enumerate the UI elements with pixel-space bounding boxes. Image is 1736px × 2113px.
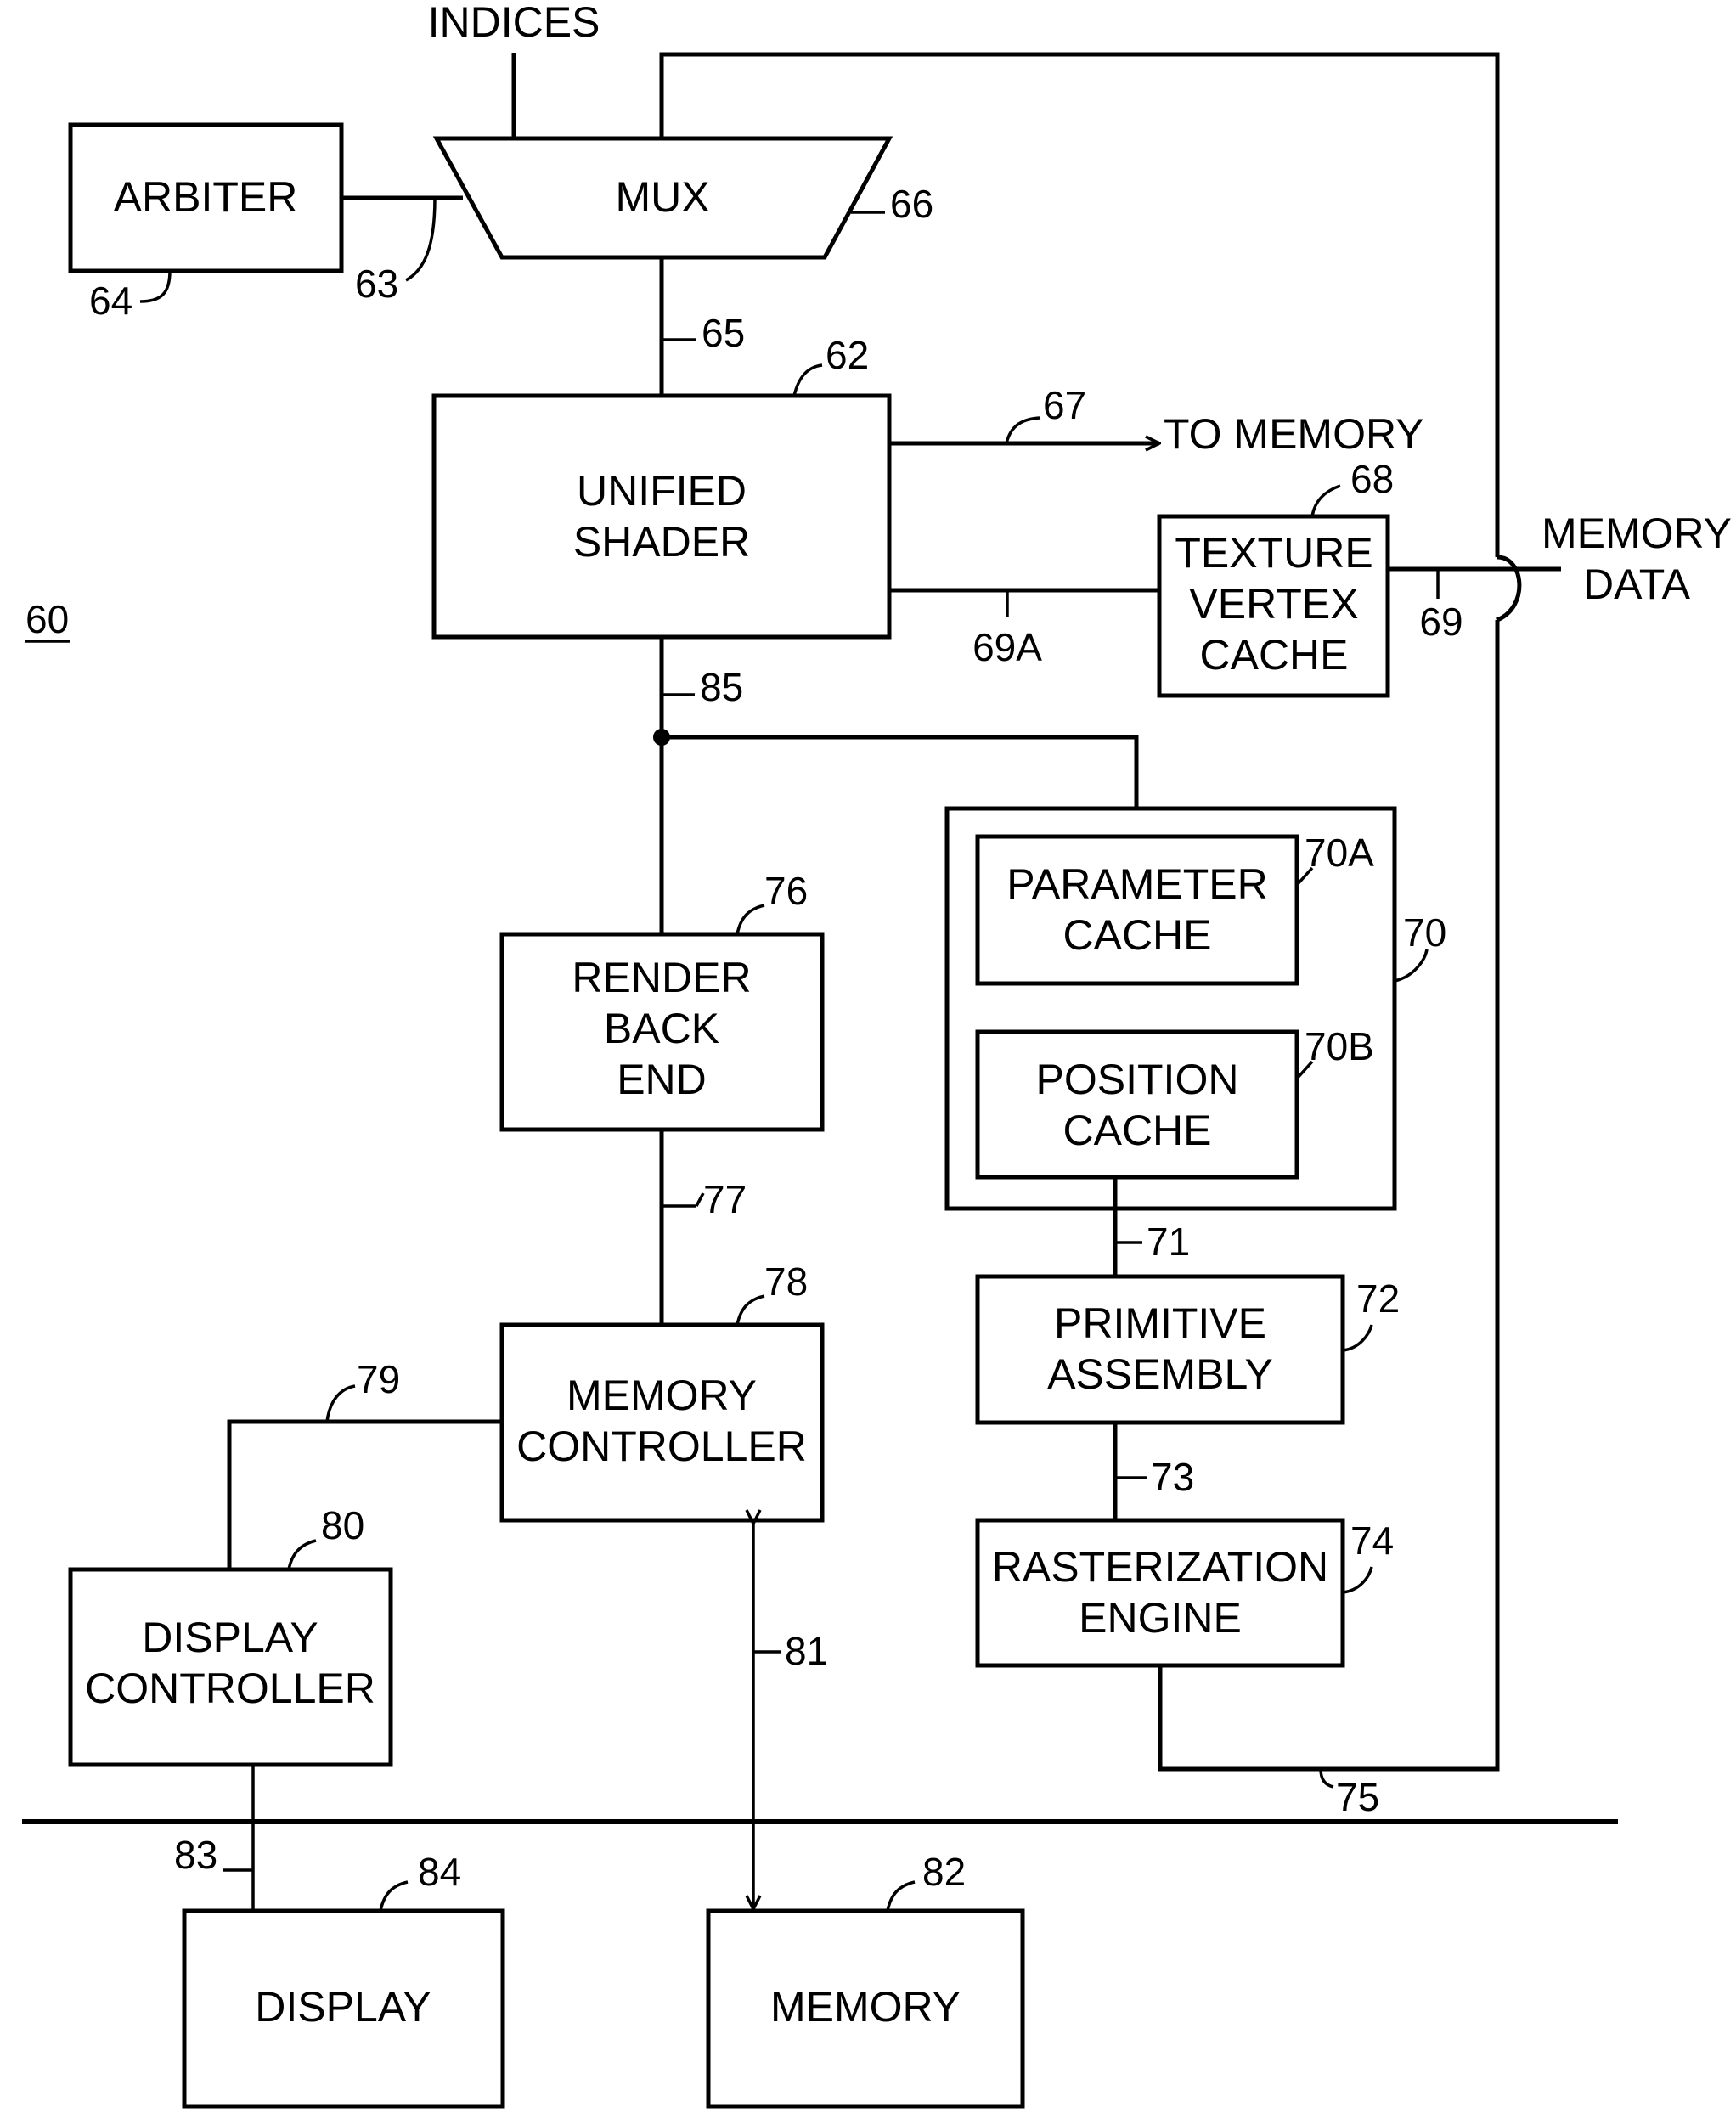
ref-69: 69 xyxy=(1419,600,1463,644)
render-back-end-ref-leader xyxy=(736,904,765,935)
arbiter-ref-leader xyxy=(139,270,172,303)
ref-77: 77 xyxy=(703,1177,747,1221)
unified-shader-label-2: SHADER xyxy=(573,518,750,566)
mux-block: MUX xyxy=(432,136,893,260)
memory-controller-ref-leader xyxy=(736,1294,765,1326)
rasterization-engine-label-2: ENGINE xyxy=(1079,1594,1242,1642)
ref-81: 81 xyxy=(785,1629,828,1673)
render-back-end-block: RENDER BACK END xyxy=(499,932,825,1132)
position-cache-ref: 70B xyxy=(1305,1024,1374,1068)
memory-controller-block: MEMORY CONTROLLER xyxy=(499,1322,825,1523)
ref-79: 79 xyxy=(357,1357,400,1401)
display-controller-label-1: DISPLAY xyxy=(142,1614,318,1661)
texture-vertex-cache-ref-leader xyxy=(1310,484,1341,517)
ref-75: 75 xyxy=(1336,1775,1379,1819)
parameter-cache-label-2: CACHE xyxy=(1062,911,1211,959)
ref-63: 63 xyxy=(355,262,398,306)
block-diagram: 60 INDICES ARBITER 64 63 MUX 66 65 75 UN… xyxy=(22,0,1732,2109)
texture-vertex-cache-block: TEXTURE VERTEX CACHE xyxy=(1157,514,1390,698)
memory-controller-ref: 78 xyxy=(764,1259,808,1304)
position-cache-block: POSITION CACHE xyxy=(975,1029,1299,1180)
primitive-assembly-ref: 72 xyxy=(1356,1276,1400,1321)
memory-controller-label-2: CONTROLLER xyxy=(516,1423,807,1470)
ref-75-leader xyxy=(1319,1768,1334,1789)
arbiter-ref: 64 xyxy=(89,279,132,323)
ref-83: 83 xyxy=(174,1833,217,1877)
rasterization-engine-ref-leader xyxy=(1342,1566,1373,1594)
ref-69a: 69A xyxy=(972,625,1042,669)
arbiter-label: ARBITER xyxy=(114,173,298,221)
ref-67-leader xyxy=(1005,416,1041,444)
parameter-cache-block: PARAMETER CACHE xyxy=(975,834,1299,986)
memory-data-label-1: MEMORY xyxy=(1542,510,1732,557)
arbiter-block: ARBITER xyxy=(68,122,344,273)
parameter-cache-ref: 70A xyxy=(1305,831,1374,875)
unified-shader-ref: 62 xyxy=(826,333,869,377)
ref-65: 65 xyxy=(702,311,745,355)
render-back-end-label-2: BACK xyxy=(604,1005,719,1052)
primitive-assembly-label-2: ASSEMBLY xyxy=(1047,1350,1273,1398)
ref-71: 71 xyxy=(1147,1220,1190,1264)
primitive-assembly-label-1: PRIMITIVE xyxy=(1054,1299,1266,1347)
rasterization-engine-ref: 74 xyxy=(1350,1519,1394,1563)
unified-shader-ref-leader xyxy=(792,363,823,397)
unified-shader-label-1: UNIFIED xyxy=(577,467,747,515)
display-controller-ref-leader xyxy=(287,1539,317,1570)
display-controller-label-2: CONTROLLER xyxy=(85,1665,375,1712)
display-label: DISPLAY xyxy=(255,1983,431,2031)
cache-group-ref: 70 xyxy=(1403,910,1446,955)
position-cache-label-1: POSITION xyxy=(1036,1056,1239,1103)
memory-data-label-2: DATA xyxy=(1583,561,1691,608)
memory-label: MEMORY xyxy=(770,1983,961,2031)
feedback-loop-hop xyxy=(1496,555,1522,623)
render-back-end-label-1: RENDER xyxy=(572,954,751,1001)
primitive-assembly-ref-leader xyxy=(1342,1324,1373,1352)
ref-79-leader xyxy=(325,1384,356,1423)
position-cache-label-2: CACHE xyxy=(1062,1107,1211,1154)
memory-ref-leader xyxy=(886,1880,916,1912)
memory-block: MEMORY xyxy=(706,1908,1025,2109)
mux-label: MUX xyxy=(615,173,709,221)
to-memory-label: TO MEMORY xyxy=(1164,410,1424,458)
memory-ref: 82 xyxy=(922,1850,966,1894)
indices-label: INDICES xyxy=(428,0,600,46)
unified-shader-block: UNIFIED SHADER xyxy=(431,393,892,640)
memctrl-display-controller-connection xyxy=(227,1419,502,1569)
ref-63-leader xyxy=(405,197,437,282)
primitive-assembly-block: PRIMITIVE ASSEMBLY xyxy=(975,1274,1345,1425)
mux-ref: 66 xyxy=(890,182,933,226)
display-ref: 84 xyxy=(418,1850,461,1894)
render-back-end-label-3: END xyxy=(617,1056,707,1103)
render-back-end-ref: 76 xyxy=(764,869,808,913)
texture-vertex-cache-label-3: CACHE xyxy=(1199,631,1348,679)
ref-73: 73 xyxy=(1151,1455,1194,1499)
ref-67: 67 xyxy=(1043,383,1086,427)
texture-vertex-cache-label-2: VERTEX xyxy=(1189,580,1358,628)
ref-85: 85 xyxy=(700,665,743,709)
display-ref-leader xyxy=(379,1880,409,1912)
texture-vertex-cache-ref: 68 xyxy=(1350,457,1394,501)
memory-controller-label-1: MEMORY xyxy=(566,1372,757,1419)
texture-vertex-cache-label-1: TEXTURE xyxy=(1175,529,1372,577)
ref-77-leader xyxy=(695,1192,705,1207)
display-controller-block: DISPLAY CONTROLLER xyxy=(68,1567,393,1767)
rasterization-engine-block: RASTERIZATION ENGINE xyxy=(975,1518,1345,1668)
display-block: DISPLAY xyxy=(182,1908,505,2109)
parameter-cache-label-1: PARAMETER xyxy=(1006,860,1267,908)
figure-label: 60 xyxy=(25,597,69,641)
display-controller-ref: 80 xyxy=(321,1503,364,1547)
rasterization-engine-label-1: RASTERIZATION xyxy=(992,1543,1328,1591)
